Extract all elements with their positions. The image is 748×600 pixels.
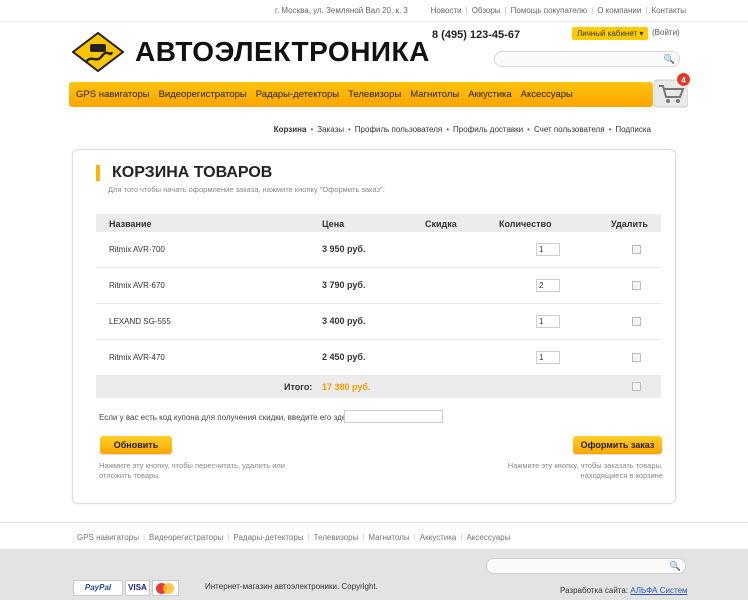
- footer-link-radio[interactable]: Магнитолы: [368, 533, 409, 542]
- cabinet-label: Личный кабинет: [577, 29, 638, 38]
- update-button[interactable]: Обновить: [100, 436, 172, 454]
- logo-road-sign-icon[interactable]: [72, 32, 124, 72]
- nav-accessories[interactable]: Аксессуары: [517, 89, 577, 100]
- item-name[interactable]: LEXAND SG-555: [109, 317, 171, 326]
- footer-link-dvr[interactable]: Видеорегистраторы: [149, 533, 223, 542]
- coupon-input[interactable]: [344, 410, 443, 423]
- table-row: LEXAND SG-555 3 400 руб. 1: [96, 304, 661, 340]
- delete-checkbox[interactable]: [632, 245, 641, 254]
- nav-dvr[interactable]: Видеорегистраторы: [155, 89, 252, 100]
- quantity-input[interactable]: 2: [536, 279, 560, 292]
- total-value: 17 380 руб.: [322, 382, 371, 392]
- logo-text[interactable]: АВТОЭЛЕКТРОНИКА: [135, 36, 430, 68]
- nav-tv[interactable]: Телевизоры: [344, 89, 407, 100]
- top-links: Новости | Обзоры | Помощь покупателю | О компа…: [430, 6, 686, 15]
- copyright: Интернет-магазин автоэлектроники. Copyri…: [205, 582, 378, 591]
- table-row: Ritmix AVR-700 3 950 руб. 1: [96, 232, 661, 268]
- footer-link-acoustics[interactable]: Аккустика: [420, 533, 457, 542]
- table-header: Название Цена Скидка Количество Удалить: [96, 214, 661, 232]
- basket-table: Название Цена Скидка Количество Удалить …: [96, 214, 661, 398]
- header-search-input[interactable]: 🔍: [494, 51, 680, 67]
- footer-link-accessories[interactable]: Аксессуары: [466, 533, 510, 542]
- table-row: Ritmix AVR-670 3 790 руб. 2: [96, 268, 661, 304]
- footer-link-radar[interactable]: Радары-детекторы: [233, 533, 303, 542]
- item-price: 2 450 руб.: [322, 352, 366, 362]
- sub-nav: Корзина • Заказы • Профиль пользователя • Проф…: [273, 125, 651, 134]
- page-subtitle: Для того чтобы начать оформление заказа,…: [108, 185, 385, 194]
- col-price: Цена: [322, 219, 345, 229]
- coupon-label: Если у вас есть код купона для получения…: [99, 413, 357, 422]
- top-link-reviews[interactable]: Обзоры: [472, 6, 501, 15]
- delete-all-checkbox[interactable]: [632, 382, 641, 391]
- quantity-input[interactable]: 1: [536, 315, 560, 328]
- chevron-down-icon: ▾: [639, 29, 644, 38]
- search-icon[interactable]: 🔍: [670, 561, 681, 572]
- item-name[interactable]: Ritmix AVR-670: [109, 281, 165, 290]
- col-delete: Удалить: [611, 219, 648, 229]
- payment-logos: PayPal VISA: [73, 580, 179, 598]
- top-bar: г. Москва, ул. Земляной Вал 20, к. 3 Нов…: [0, 0, 748, 22]
- top-link-about[interactable]: О компании: [597, 6, 641, 15]
- main-nav: GPS навигаторы Видеорегистраторы Радары-…: [69, 82, 653, 107]
- visa-logo-icon: VISA: [125, 580, 150, 596]
- subnav-basket[interactable]: Корзина: [274, 125, 307, 134]
- top-link-help[interactable]: Помощь покупателю: [511, 6, 588, 15]
- footer-link-tv[interactable]: Телевизоры: [314, 533, 359, 542]
- nav-gps[interactable]: GPS навигаторы: [72, 89, 155, 100]
- delete-checkbox[interactable]: [632, 353, 641, 362]
- delete-checkbox[interactable]: [632, 281, 641, 290]
- developer-credit: Разработка сайта: АЛЬФА Систем: [560, 586, 688, 595]
- quantity-input[interactable]: 1: [536, 243, 560, 256]
- nav-radio[interactable]: Магнитолы: [406, 89, 465, 100]
- mastercard-logo-icon: [152, 580, 179, 596]
- table-row: Ritmix AVR-470 2 450 руб. 1: [96, 340, 661, 376]
- subnav-user-account[interactable]: Счет пользователя: [534, 125, 605, 134]
- login-link[interactable]: (Войти): [652, 28, 680, 37]
- paypal-logo-icon: PayPal: [73, 580, 123, 596]
- personal-cabinet-dropdown[interactable]: Личный кабинет ▾: [572, 27, 649, 40]
- item-name[interactable]: Ritmix AVR-700: [109, 245, 165, 254]
- footer-link-gps[interactable]: GPS навигаторы: [77, 533, 139, 542]
- update-hint: Нажмите эту кнопку, чтобы пересчитать, у…: [99, 461, 285, 480]
- footer-nav: GPS навигаторы | Видеорегистраторы | Радары-…: [0, 522, 748, 549]
- footer-search-input[interactable]: 🔍: [486, 558, 686, 574]
- top-link-news[interactable]: Новости: [431, 6, 462, 15]
- total-label: Итого:: [284, 382, 313, 392]
- page: г. Москва, ул. Земляной Вал 20, к. 3 Нов…: [0, 0, 748, 600]
- item-price: 3 790 руб.: [322, 280, 366, 290]
- subnav-orders[interactable]: Заказы: [317, 125, 344, 134]
- store-address: г. Москва, ул. Земляной Вал 20, к. 3: [275, 6, 408, 15]
- col-name: Название: [109, 219, 152, 229]
- page-title: КОРЗИНА ТОВАРОВ: [96, 165, 272, 181]
- subnav-user-profile[interactable]: Профиль пользователя: [355, 125, 442, 134]
- subnav-delivery-profile[interactable]: Профиль доставки: [453, 125, 523, 134]
- quantity-input[interactable]: 1: [536, 351, 560, 364]
- developer-label: Разработка сайта:: [560, 586, 629, 595]
- item-name[interactable]: Ritmix AVR-470: [109, 353, 165, 362]
- item-price: 3 950 руб.: [322, 244, 366, 254]
- phone-number: 8 (495) 123-45-67: [432, 29, 521, 41]
- top-link-contacts[interactable]: Контакты: [651, 6, 686, 15]
- cart-count-badge: 4: [676, 72, 691, 87]
- col-discount: Скидка: [425, 219, 457, 229]
- col-quantity: Количество: [499, 219, 552, 229]
- checkout-button[interactable]: Оформить заказ: [573, 436, 662, 454]
- nav-acoustics[interactable]: Аккустика: [464, 89, 517, 100]
- total-row: Итого: 17 380 руб.: [96, 376, 661, 398]
- subnav-subscription[interactable]: Подписка: [615, 125, 651, 134]
- delete-checkbox[interactable]: [632, 317, 641, 326]
- checkout-hint: Нажмите эту кнопку, чтобы заказать товар…: [507, 461, 663, 480]
- nav-radar[interactable]: Радары-детекторы: [252, 89, 345, 100]
- developer-link[interactable]: АЛЬФА Систем: [630, 586, 687, 595]
- search-icon[interactable]: 🔍: [664, 54, 675, 65]
- item-price: 3 400 руб.: [322, 316, 366, 326]
